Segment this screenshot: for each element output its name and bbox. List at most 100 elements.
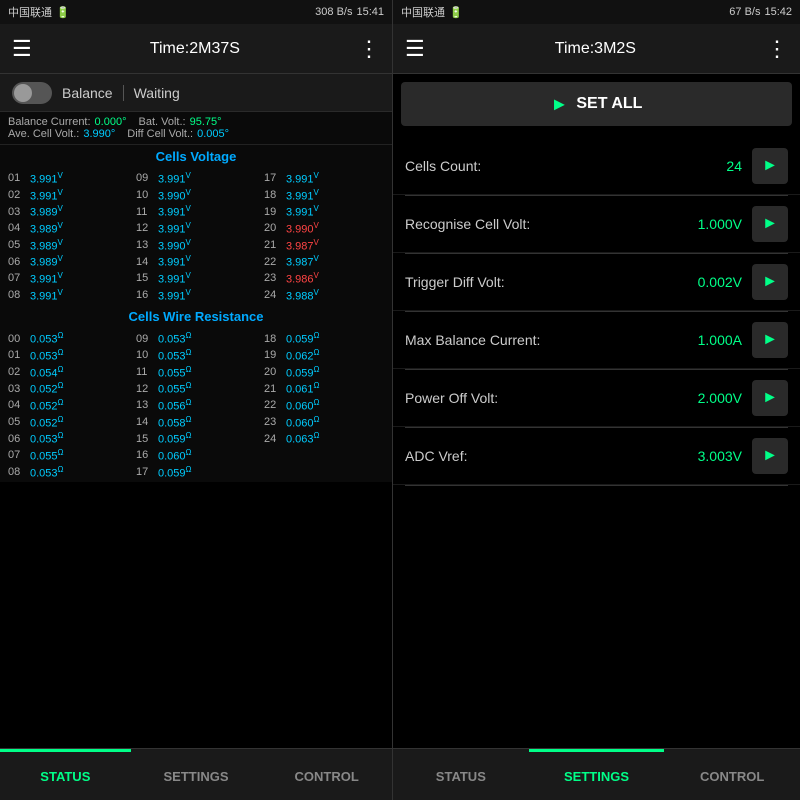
table-row: 100.053Ω <box>132 347 260 364</box>
right-status-bar-right: 67 B/s 15:42 <box>729 6 792 18</box>
cells-voltage-header: Cells Voltage <box>0 145 392 168</box>
table-row: 123.991V <box>132 220 260 237</box>
table-row: 073.991V <box>4 270 132 287</box>
left-time-display: Time:2M37S <box>150 40 240 58</box>
left-carrier: 中国联通 <box>8 4 52 20</box>
balance-current-label: Balance Current: <box>8 116 91 128</box>
adc-vref-row: ADC Vref: 3.003V ► <box>393 428 800 485</box>
table-row: 140.058Ω <box>132 414 260 431</box>
table-row <box>260 447 388 464</box>
left-nav-control[interactable]: CONTROL <box>261 749 392 800</box>
table-row: 033.989V <box>4 203 132 220</box>
power-off-volt-value: 2.000V <box>672 390 742 406</box>
table-row: 200.059Ω <box>260 364 388 381</box>
table-row: 053.989V <box>4 237 132 254</box>
table-row: 210.061Ω <box>260 380 388 397</box>
table-row: 193.991V <box>260 203 388 220</box>
right-time-display: Time:3M2S <box>555 40 636 58</box>
table-row: 160.060Ω <box>132 447 260 464</box>
right-panel: 中国联通 🔋 67 B/s 15:42 ☰ Time:3M2S ⋮ ► SET … <box>393 0 800 800</box>
right-bottom-nav: STATUS SETTINGS CONTROL <box>393 748 800 800</box>
table-row: 203.990V <box>260 220 388 237</box>
table-row: 083.991V <box>4 287 132 304</box>
table-row: 133.990V <box>132 237 260 254</box>
right-hamburger-icon[interactable]: ☰ <box>405 36 425 62</box>
table-row: 220.060Ω <box>260 397 388 414</box>
right-nav-status[interactable]: STATUS <box>393 749 529 800</box>
waiting-label: Waiting <box>123 85 180 101</box>
power-off-volt-row: Power Off Volt: 2.000V ► <box>393 370 800 427</box>
cells-count-label: Cells Count: <box>405 158 672 174</box>
max-balance-current-send-button[interactable]: ► <box>752 322 788 358</box>
table-row <box>260 464 388 481</box>
table-row: 050.052Ω <box>4 414 132 431</box>
right-dots-menu-icon[interactable]: ⋮ <box>766 36 788 62</box>
table-row: 063.989V <box>4 253 132 270</box>
trigger-diff-volt-label: Trigger Diff Volt: <box>405 274 672 290</box>
left-time: 15:41 <box>356 6 384 18</box>
set-all-label: SET ALL <box>576 95 642 113</box>
cells-count-value: 24 <box>672 158 742 174</box>
table-row: 130.056Ω <box>132 397 260 414</box>
left-dots-menu-icon[interactable]: ⋮ <box>358 36 380 62</box>
left-nav-status[interactable]: STATUS <box>0 749 131 800</box>
trigger-diff-volt-value: 0.002V <box>672 274 742 290</box>
power-off-volt-label: Power Off Volt: <box>405 390 672 406</box>
table-row: 113.991V <box>132 203 260 220</box>
right-nav-control[interactable]: CONTROL <box>664 749 800 800</box>
table-row: 173.991V <box>260 170 388 187</box>
info-row: Balance Current:0.000° Bat. Volt.:95.75°… <box>0 112 392 145</box>
set-all-button[interactable]: ► SET ALL <box>401 82 792 126</box>
table-row: 240.063Ω <box>260 430 388 447</box>
left-signal-icon: 🔋 <box>56 6 70 19</box>
table-row: 190.062Ω <box>260 347 388 364</box>
power-off-volt-send-button[interactable]: ► <box>752 380 788 416</box>
table-row: 013.991V <box>4 170 132 187</box>
left-nav-settings[interactable]: SETTINGS <box>131 749 262 800</box>
left-bottom-nav: STATUS SETTINGS CONTROL <box>0 748 392 800</box>
table-row: 243.988V <box>260 287 388 304</box>
divider <box>405 485 788 486</box>
right-status-bar: 中国联通 🔋 67 B/s 15:42 <box>393 0 800 24</box>
left-panel: 中国联通 🔋 308 B/s 15:41 ☰ Time:2M37S ⋮ Bala… <box>0 0 393 800</box>
balance-toggle[interactable] <box>12 82 52 104</box>
left-speed: 308 B/s <box>315 6 352 18</box>
table-row: 070.055Ω <box>4 447 132 464</box>
left-hamburger-icon[interactable]: ☰ <box>12 36 32 62</box>
balance-label: Balance <box>62 85 113 101</box>
adc-vref-send-button[interactable]: ► <box>752 438 788 474</box>
table-row: 080.053Ω <box>4 464 132 481</box>
right-nav-settings[interactable]: SETTINGS <box>529 749 665 800</box>
settings-list: Cells Count: 24 ► Recognise Cell Volt: 1… <box>393 134 800 748</box>
table-row: 060.053Ω <box>4 430 132 447</box>
table-row: 170.059Ω <box>132 464 260 481</box>
max-balance-current-row: Max Balance Current: 1.000A ► <box>393 312 800 369</box>
cells-count-send-button[interactable]: ► <box>752 148 788 184</box>
table-row: 020.054Ω <box>4 364 132 381</box>
left-status-bar-left: 中国联通 🔋 <box>8 4 70 20</box>
left-top-bar: ☰ Time:2M37S ⋮ <box>0 24 392 74</box>
table-row: 110.055Ω <box>132 364 260 381</box>
recognise-cell-volt-send-button[interactable]: ► <box>752 206 788 242</box>
table-row: 153.991V <box>132 270 260 287</box>
table-row: 163.991V <box>132 287 260 304</box>
adc-vref-value: 3.003V <box>672 448 742 464</box>
right-top-bar: ☰ Time:3M2S ⋮ <box>393 24 800 74</box>
balance-current-value: 0.000° <box>95 116 127 128</box>
table-row: 043.989V <box>4 220 132 237</box>
right-carrier: 中国联通 <box>401 4 445 20</box>
table-row: 030.052Ω <box>4 380 132 397</box>
table-row: 230.060Ω <box>260 414 388 431</box>
diff-cell-volt-value: 0.005° <box>197 128 229 140</box>
bat-volt-label: Bat. Volt.: <box>138 116 185 128</box>
right-time: 15:42 <box>764 6 792 18</box>
max-balance-current-label: Max Balance Current: <box>405 332 672 348</box>
table-row: 183.991V <box>260 187 388 204</box>
table-row: 213.987V <box>260 237 388 254</box>
table-row: 143.991V <box>132 253 260 270</box>
trigger-diff-volt-send-button[interactable]: ► <box>752 264 788 300</box>
left-toggle-row: Balance Waiting <box>0 74 392 112</box>
table-row: 093.991V <box>132 170 260 187</box>
recognise-cell-volt-label: Recognise Cell Volt: <box>405 216 672 232</box>
table-row: 090.053Ω <box>132 330 260 347</box>
